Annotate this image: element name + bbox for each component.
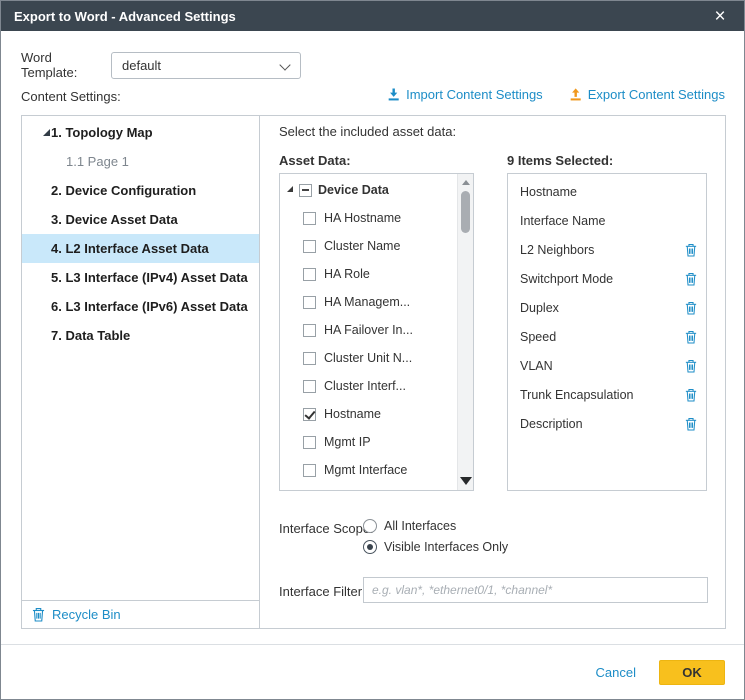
upload-icon bbox=[569, 88, 582, 101]
delete-item-icon[interactable] bbox=[685, 243, 697, 257]
checkbox-unchecked[interactable] bbox=[303, 268, 316, 281]
selected-item-row[interactable]: Interface Name bbox=[508, 206, 706, 235]
checkbox-unchecked[interactable] bbox=[303, 296, 316, 309]
checkbox-unchecked[interactable] bbox=[303, 464, 316, 477]
selected-item-label: Description bbox=[520, 417, 583, 431]
radio-visible-interfaces-only[interactable]: Visible Interfaces Only bbox=[363, 540, 508, 554]
selected-item-row[interactable]: Description bbox=[508, 409, 706, 438]
content-settings-panel: 1. Topology Map 1.1 Page 1 2. Device Con… bbox=[21, 115, 726, 629]
delete-item-icon[interactable] bbox=[685, 330, 697, 344]
export-to-word-dialog: Export to Word - Advanced Settings × Wor… bbox=[0, 0, 745, 700]
selected-item-row[interactable]: Trunk Encapsulation bbox=[508, 380, 706, 409]
selected-item-label: Trunk Encapsulation bbox=[520, 388, 634, 402]
delete-item-icon[interactable] bbox=[685, 301, 697, 315]
scrollbar-thumb[interactable] bbox=[461, 191, 470, 233]
asset-checkbox-row[interactable]: HA Managem... bbox=[280, 288, 473, 316]
scroll-down-icon[interactable] bbox=[460, 477, 472, 485]
chevron-down-icon bbox=[279, 59, 290, 70]
asset-checkbox-row[interactable]: HA Role bbox=[280, 260, 473, 288]
dialog-title: Export to Word - Advanced Settings bbox=[14, 9, 236, 24]
export-content-settings-link[interactable]: Export Content Settings bbox=[569, 87, 725, 102]
tree-item-device-configuration[interactable]: 2. Device Configuration bbox=[22, 176, 259, 205]
selected-item-label: Duplex bbox=[520, 301, 559, 315]
asset-checkbox-row[interactable]: HA Hostname bbox=[280, 204, 473, 232]
tree-item-data-table[interactable]: 7. Data Table bbox=[22, 321, 259, 350]
asset-checkbox-row[interactable]: Mgmt Interface bbox=[280, 456, 473, 484]
delete-item-icon[interactable] bbox=[685, 359, 697, 373]
trash-icon bbox=[32, 607, 45, 622]
tree-item-l3-ipv4-asset-data[interactable]: 5. L3 Interface (IPv4) Asset Data bbox=[22, 263, 259, 292]
import-content-settings-link[interactable]: Import Content Settings bbox=[387, 87, 543, 102]
selected-item-label: Switchport Mode bbox=[520, 272, 613, 286]
cancel-button[interactable]: Cancel bbox=[588, 661, 644, 684]
asset-checkbox-row[interactable]: Cluster Name bbox=[280, 232, 473, 260]
interface-scope-label: Interface Scope: bbox=[279, 521, 374, 536]
checkbox-unchecked[interactable] bbox=[303, 436, 316, 449]
content-settings-label: Content Settings: bbox=[21, 89, 121, 104]
checkbox-indeterminate[interactable] bbox=[299, 184, 312, 197]
interface-scope-options: All Interfaces Visible Interfaces Only bbox=[363, 519, 508, 554]
selected-item-label: L2 Neighbors bbox=[520, 243, 594, 257]
checkbox-unchecked[interactable] bbox=[303, 352, 316, 365]
close-icon[interactable]: × bbox=[709, 7, 731, 26]
asset-checkbox-row[interactable]: Cluster Interf... bbox=[280, 372, 473, 400]
word-template-value: default bbox=[122, 58, 161, 73]
dialog-titlebar: Export to Word - Advanced Settings × bbox=[1, 1, 744, 31]
delete-item-icon[interactable] bbox=[685, 388, 697, 402]
tree-item-device-asset-data[interactable]: 3. Device Asset Data bbox=[22, 205, 259, 234]
word-template-dropdown[interactable]: default bbox=[111, 52, 301, 79]
interface-filter-input[interactable] bbox=[363, 577, 708, 603]
panel-heading: Select the included asset data: bbox=[279, 124, 456, 139]
selected-item-label: Hostname bbox=[520, 185, 577, 199]
selected-item-row[interactable]: VLAN bbox=[508, 351, 706, 380]
asset-checkbox-row-partial[interactable]: Device T... bbox=[280, 484, 473, 491]
expand-arrow-icon[interactable] bbox=[43, 129, 50, 136]
radio-selected-icon[interactable] bbox=[363, 540, 377, 554]
asset-data-list: Device Data HA Hostname Cluster Name HA … bbox=[279, 173, 474, 491]
selected-item-row[interactable]: Switchport Mode bbox=[508, 264, 706, 293]
expand-arrow-icon[interactable] bbox=[287, 186, 293, 192]
radio-all-interfaces[interactable]: All Interfaces bbox=[363, 519, 508, 533]
interface-filter-label: Interface Filter: bbox=[279, 584, 366, 599]
selected-item-label: Speed bbox=[520, 330, 556, 344]
sections-tree-panel: 1. Topology Map 1.1 Page 1 2. Device Con… bbox=[22, 116, 260, 628]
selected-items-list: Hostname Interface Name L2 Neighbors Swi… bbox=[507, 173, 707, 491]
word-template-label: Word Template: bbox=[21, 50, 111, 80]
content-settings-links: Import Content Settings Export Content S… bbox=[387, 87, 725, 102]
tree-item-l3-ipv6-asset-data[interactable]: 6. L3 Interface (IPv6) Asset Data bbox=[22, 292, 259, 321]
scroll-up-icon[interactable] bbox=[462, 180, 470, 185]
asset-checkbox-row[interactable]: HA Failover In... bbox=[280, 316, 473, 344]
selected-item-label: Interface Name bbox=[520, 214, 605, 228]
selected-item-row[interactable]: Hostname bbox=[508, 177, 706, 206]
checkbox-unchecked[interactable] bbox=[303, 380, 316, 393]
asset-checkbox-row[interactable]: Hostname bbox=[280, 400, 473, 428]
checkbox-unchecked[interactable] bbox=[303, 324, 316, 337]
asset-group-device-data[interactable]: Device Data bbox=[280, 176, 473, 204]
word-template-row: Word Template: default bbox=[21, 50, 301, 80]
selected-item-row[interactable]: Speed bbox=[508, 322, 706, 351]
asset-checkbox-row[interactable]: Mgmt IP bbox=[280, 428, 473, 456]
checkbox-unchecked[interactable] bbox=[303, 212, 316, 225]
selected-item-label: VLAN bbox=[520, 359, 553, 373]
tree-item-l2-interface-asset-data[interactable]: 4. L2 Interface Asset Data bbox=[22, 234, 259, 263]
selected-item-row[interactable]: Duplex bbox=[508, 293, 706, 322]
asset-data-column-label: Asset Data: bbox=[279, 153, 351, 168]
sections-tree: 1. Topology Map 1.1 Page 1 2. Device Con… bbox=[22, 116, 259, 350]
selected-item-row[interactable]: L2 Neighbors bbox=[508, 235, 706, 264]
scrollbar[interactable] bbox=[457, 174, 473, 490]
download-icon bbox=[387, 88, 400, 101]
ok-button[interactable]: OK bbox=[659, 660, 725, 685]
items-selected-column-label: 9 Items Selected: bbox=[507, 153, 613, 168]
asset-checkbox-row[interactable]: Cluster Unit N... bbox=[280, 344, 473, 372]
dialog-footer: Cancel OK bbox=[1, 644, 744, 699]
checkbox-checked[interactable] bbox=[303, 408, 316, 421]
delete-item-icon[interactable] bbox=[685, 417, 697, 431]
recycle-bin-button[interactable]: Recycle Bin bbox=[22, 600, 259, 628]
tree-item-page-1[interactable]: 1.1 Page 1 bbox=[22, 147, 259, 176]
checkbox-unchecked[interactable] bbox=[303, 240, 316, 253]
delete-item-icon[interactable] bbox=[685, 272, 697, 286]
tree-item-topology-map[interactable]: 1. Topology Map bbox=[22, 118, 259, 147]
asset-data-panel: Select the included asset data: Asset Da… bbox=[261, 116, 725, 628]
radio-unselected-icon[interactable] bbox=[363, 519, 377, 533]
